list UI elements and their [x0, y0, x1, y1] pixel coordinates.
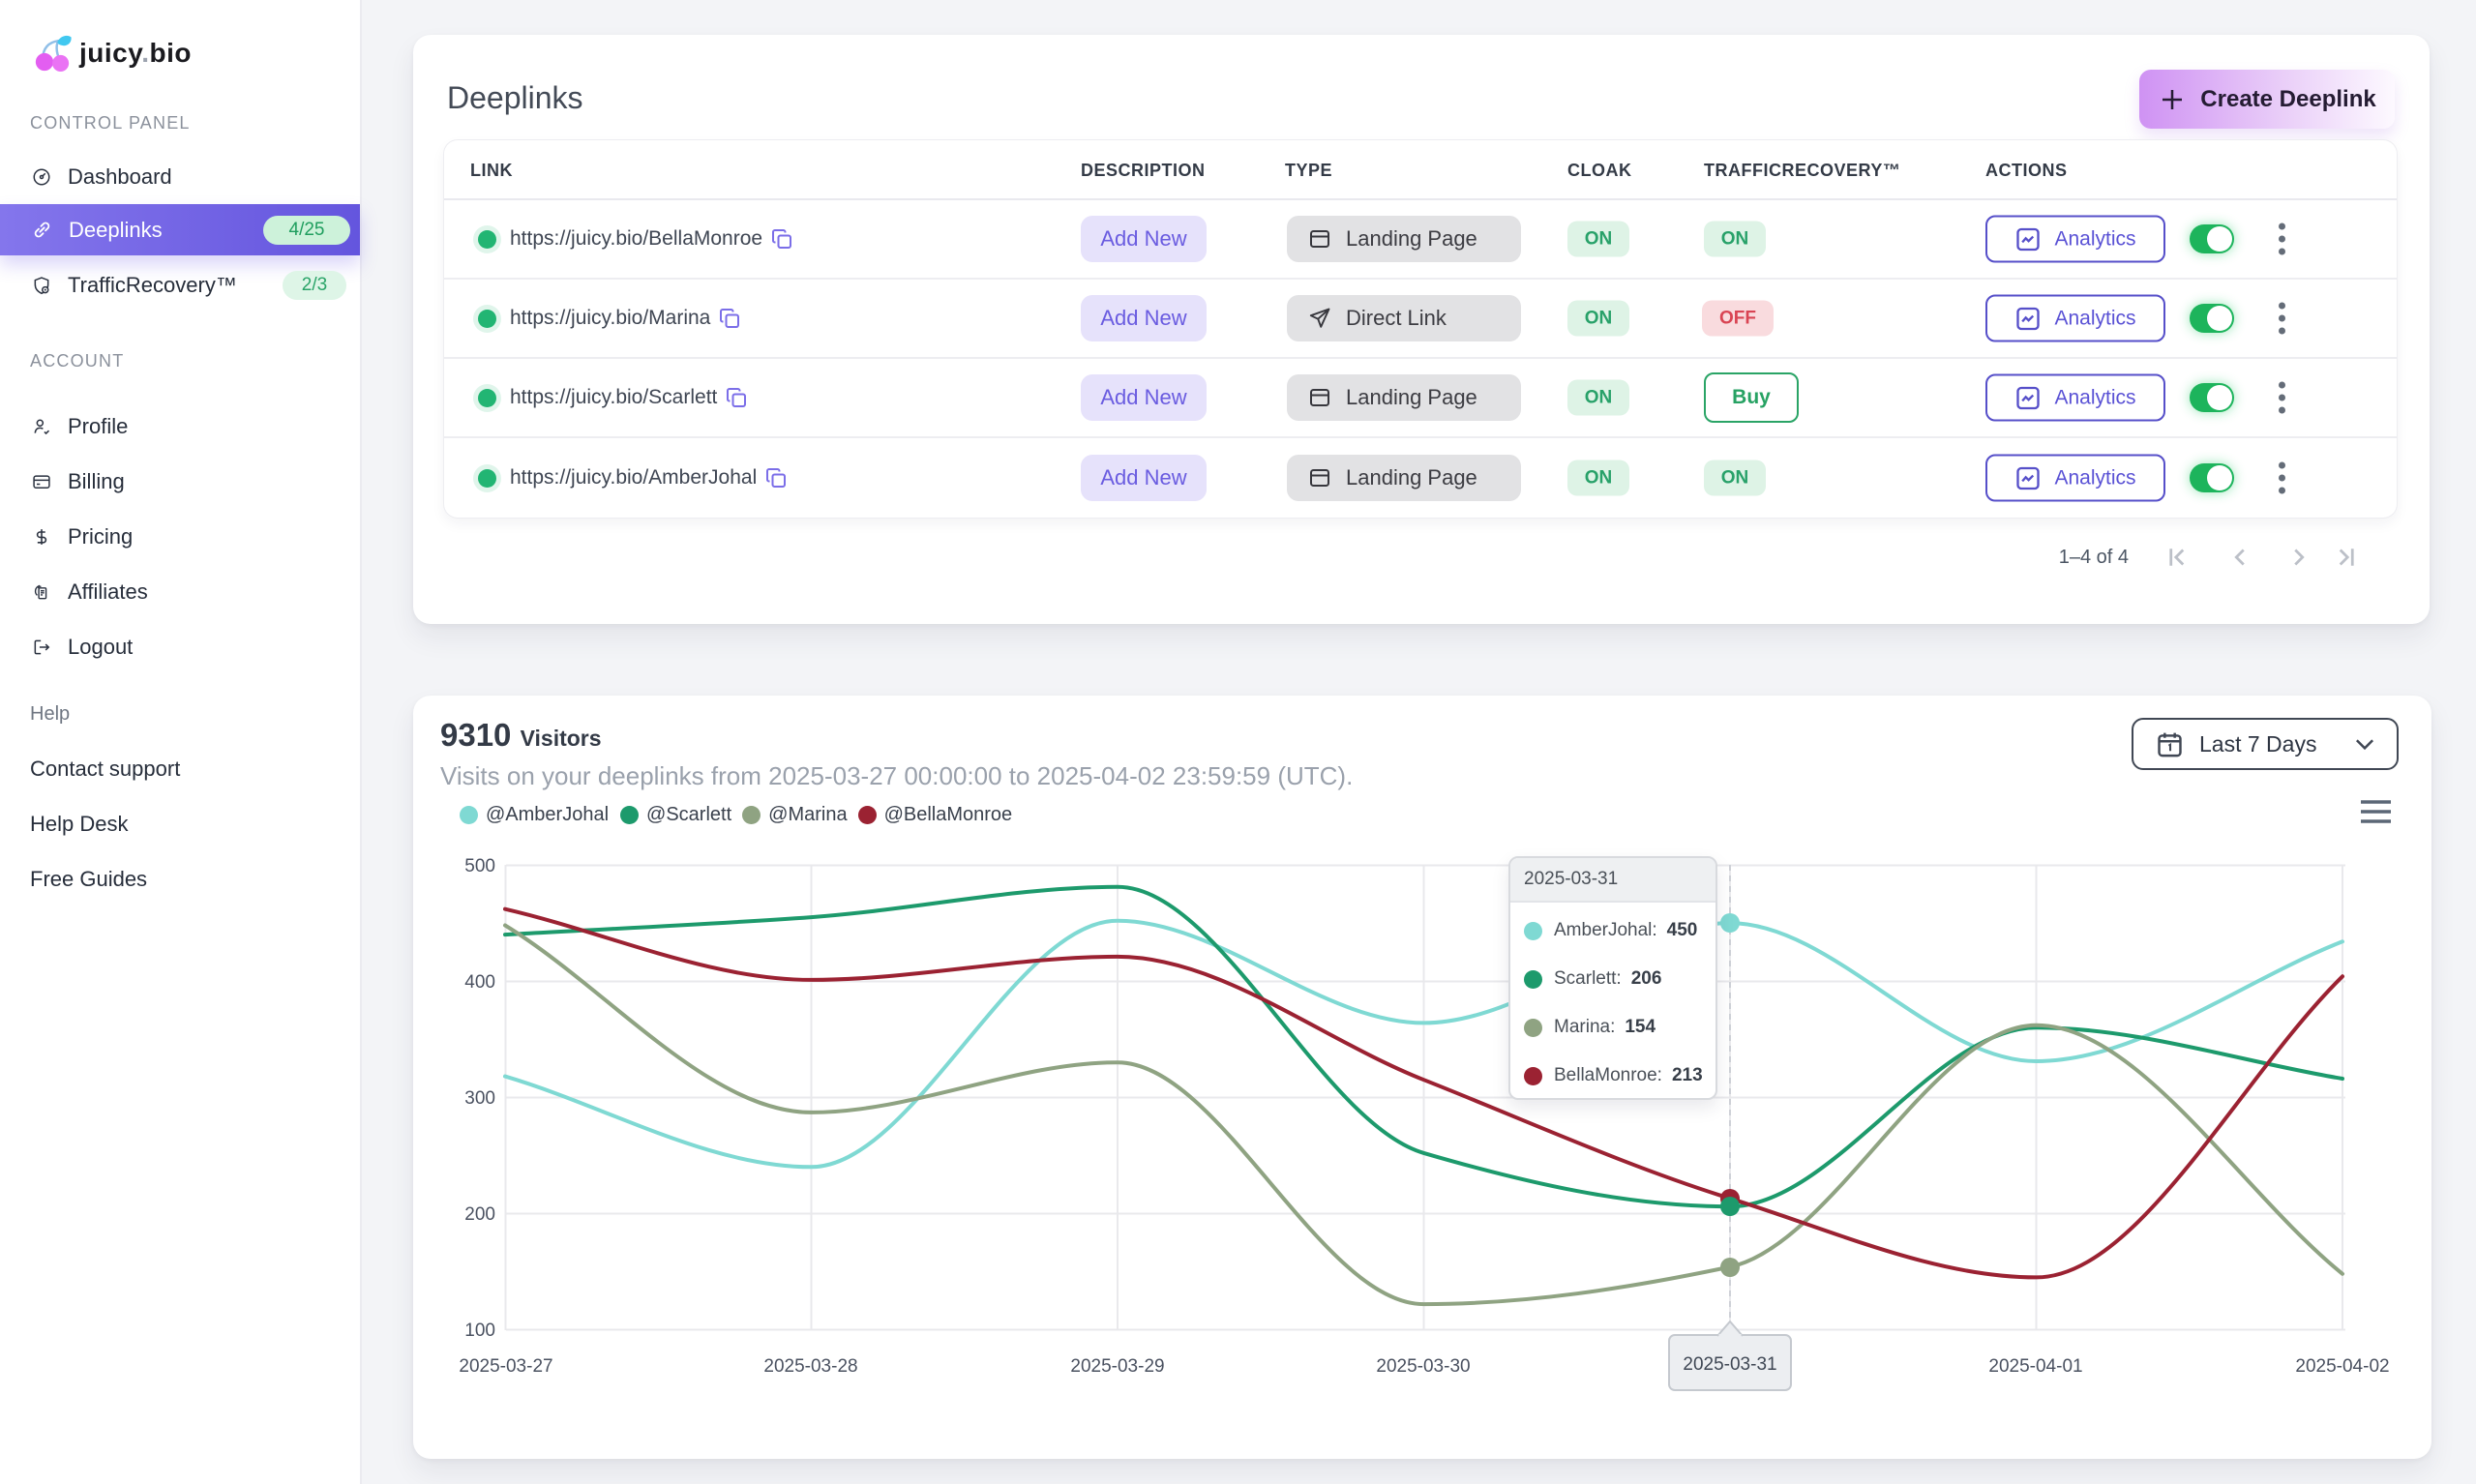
- svg-text:2025-03-27: 2025-03-27: [459, 1356, 552, 1377]
- svg-text:2025-04-01: 2025-04-01: [1988, 1356, 2082, 1377]
- svg-text:400: 400: [464, 972, 495, 993]
- svg-text:2025-03-30: 2025-03-30: [1376, 1356, 1470, 1377]
- svg-text:2025-04-02: 2025-04-02: [2295, 1356, 2389, 1377]
- svg-text:200: 200: [464, 1204, 495, 1225]
- svg-text:300: 300: [464, 1088, 495, 1109]
- svg-text:100: 100: [464, 1321, 495, 1341]
- svg-text:2025-03-29: 2025-03-29: [1070, 1356, 1164, 1377]
- svg-text:2025-03-28: 2025-03-28: [763, 1356, 857, 1377]
- svg-text:2025-03-31: 2025-03-31: [1683, 1354, 1776, 1375]
- svg-text:500: 500: [464, 856, 495, 876]
